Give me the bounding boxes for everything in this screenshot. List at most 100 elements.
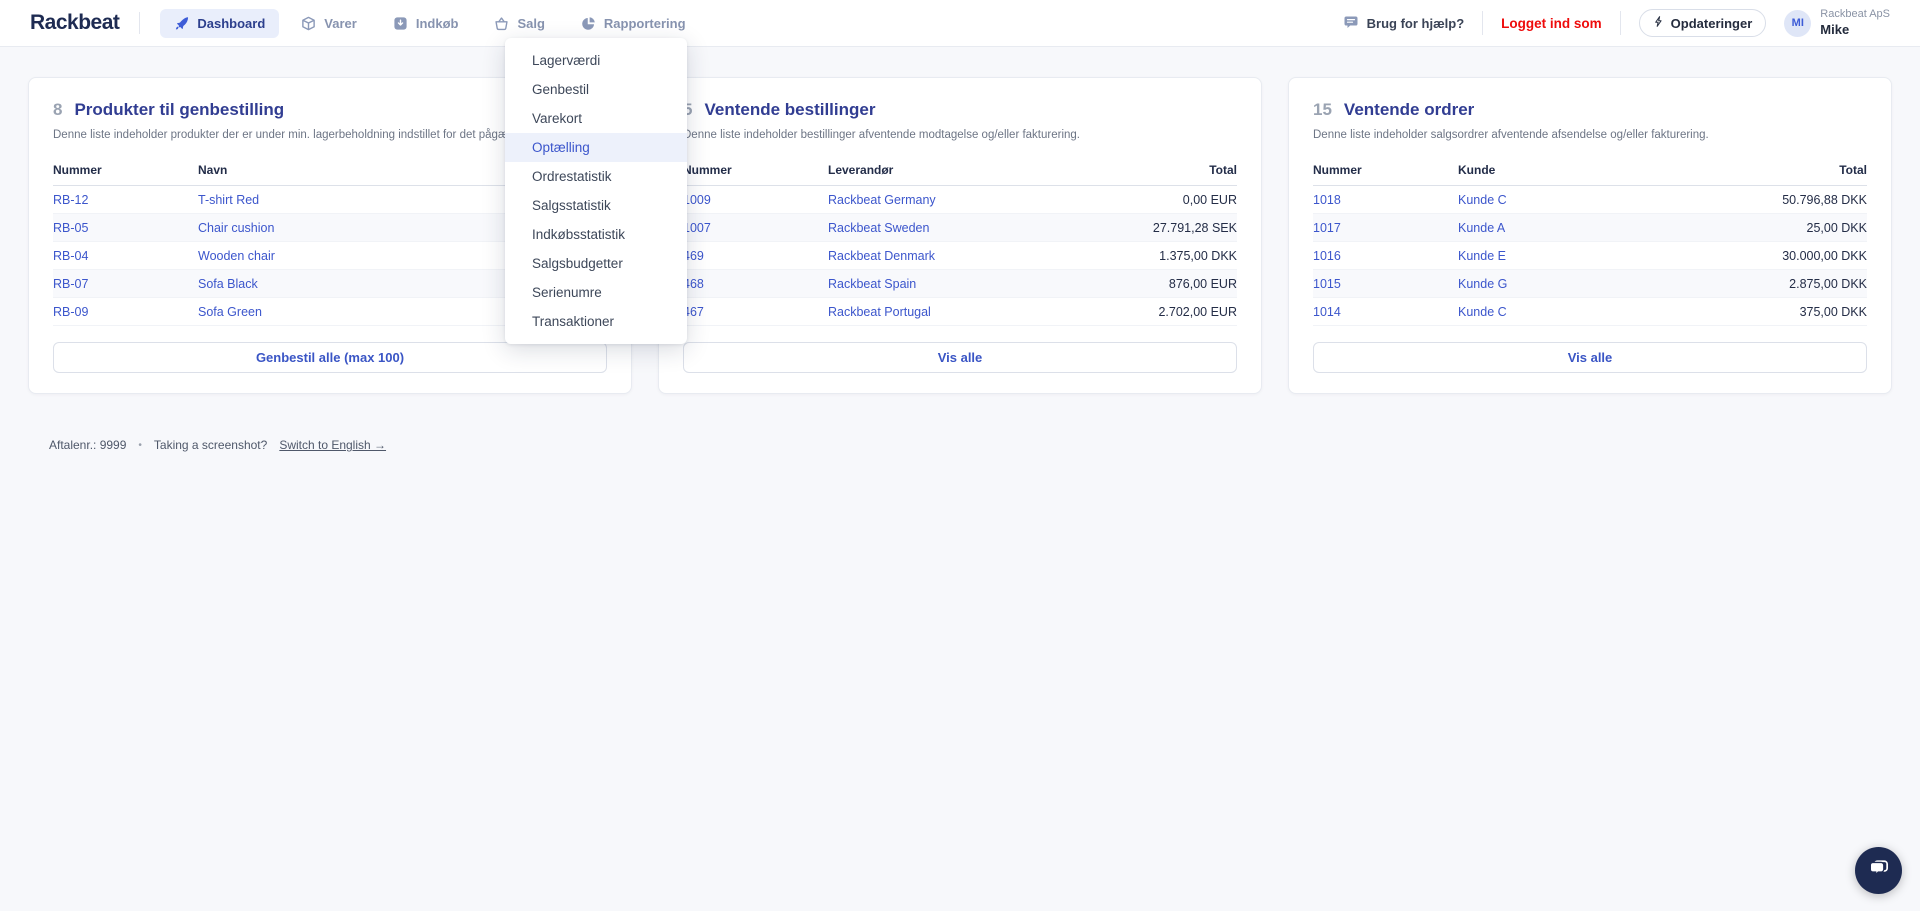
row-total: 25,00 DKK	[1806, 220, 1867, 235]
dropdown-item[interactable]: Transaktioner	[505, 307, 687, 336]
dropdown-item[interactable]: Serienumre	[505, 278, 687, 307]
row-total: 30.000,00 DKK	[1782, 248, 1867, 263]
user-name: Mike	[1820, 21, 1850, 37]
row-link[interactable]: Rackbeat Spain	[828, 277, 1077, 291]
row-total: 27.791,28 SEK	[1152, 220, 1237, 235]
row-link[interactable]: 1009	[683, 193, 828, 207]
cube-icon	[301, 16, 316, 31]
column-header: Total	[1209, 163, 1237, 177]
card-count: 15	[1313, 100, 1332, 119]
dropdown-item[interactable]: Varekort	[505, 104, 687, 133]
nav-item-label: Rapportering	[603, 15, 686, 31]
row-link[interactable]: 1015	[1313, 277, 1458, 291]
row-link[interactable]: Rackbeat Portugal	[828, 305, 1077, 319]
table-header: Nummer Kunde Total	[1313, 156, 1867, 186]
nav-item-dashboard[interactable]: Dashboard	[160, 8, 280, 38]
table-header: Nummer Leverandør Total	[683, 156, 1237, 186]
row-link[interactable]: RB-12	[53, 193, 198, 207]
row-total: 375,00 DKK	[1799, 304, 1867, 319]
dropdown-item[interactable]: Ordrestatistik	[505, 162, 687, 191]
dot-separator: •	[138, 439, 142, 451]
nav-item-salg[interactable]: Salg	[480, 9, 558, 38]
card-pending-purchases: 5 Ventende bestillinger Denne liste inde…	[658, 77, 1262, 394]
card-title-link[interactable]: Ventende bestillinger	[704, 100, 875, 120]
row-link[interactable]: 468	[683, 277, 828, 291]
help-label: Brug for hjælp?	[1366, 15, 1465, 31]
table-body: 1018 Kunde C 50.796,88 DKK 1017 Kunde A 25,00…	[1313, 186, 1867, 326]
column-header: Nummer	[683, 163, 732, 177]
row-link[interactable]: Rackbeat Sweden	[828, 221, 1077, 235]
row-link[interactable]: Rackbeat Germany	[828, 193, 1077, 207]
agreement-number: Aftalenr.: 9999	[49, 438, 127, 452]
nav-item-rapportering[interactable]: Rapportering	[567, 9, 700, 38]
row-total: 1.375,00 DKK	[1159, 248, 1237, 263]
card-description: Denne liste indeholder bestillinger afve…	[683, 129, 1080, 141]
dropdown-item[interactable]: Lagerværdi	[505, 46, 687, 75]
chat-launcher-button[interactable]	[1855, 847, 1902, 894]
dropdown-item[interactable]: Indkøbsstatistik	[505, 220, 687, 249]
card-pending-orders: 15 Ventende ordrer Denne liste indeholde…	[1288, 77, 1892, 394]
table-row: 1007 Rackbeat Sweden 27.791,28 SEK	[683, 214, 1237, 242]
card-description: Denne liste indeholder salgsordrer afven…	[1313, 129, 1709, 141]
row-link[interactable]: 469	[683, 249, 828, 263]
rapportering-dropdown: Lagerværdi Genbestil Varekort Optælling Ordr…	[505, 38, 687, 344]
view-all-button[interactable]: Vis alle	[683, 342, 1237, 373]
row-link[interactable]: RB-07	[53, 277, 198, 291]
row-link[interactable]: Kunde E	[1458, 249, 1707, 263]
column-header: Nummer	[53, 163, 102, 177]
reorder-all-button[interactable]: Genbestil alle (max 100)	[53, 342, 607, 373]
row-total: 0,00 EUR	[1182, 192, 1237, 207]
nav-item-indkob[interactable]: Indkøb	[379, 9, 473, 38]
row-link[interactable]: Rackbeat Denmark	[828, 249, 1077, 263]
nav-item-varer[interactable]: Varer	[287, 9, 371, 38]
card-title-link[interactable]: Produkter til genbestilling	[74, 100, 284, 120]
card-count: 8	[53, 100, 63, 119]
table: Nummer Kunde Total 1018 Kunde C 50.796,88 DK…	[1313, 156, 1867, 330]
row-link[interactable]: RB-09	[53, 305, 198, 319]
table: Nummer Leverandør Total 1009 Rackbeat Germa…	[683, 156, 1237, 330]
card-title-link[interactable]: Ventende ordrer	[1344, 100, 1474, 120]
table-row: 1018 Kunde C 50.796,88 DKK	[1313, 186, 1867, 214]
row-link[interactable]: 1007	[683, 221, 828, 235]
chat-square-icon	[1343, 14, 1359, 33]
row-link[interactable]: 1018	[1313, 193, 1458, 207]
row-link[interactable]: 1014	[1313, 305, 1458, 319]
help-button[interactable]: Brug for hjælp?	[1343, 14, 1465, 33]
dropdown-item[interactable]: Optælling	[505, 133, 687, 162]
nav-item-label: Varer	[324, 15, 357, 31]
page-footer: Aftalenr.: 9999 • Taking a screenshot? S…	[49, 438, 1920, 452]
view-all-button[interactable]: Vis alle	[1313, 342, 1867, 373]
user-menu[interactable]: MI Rackbeat ApS Mike	[1784, 8, 1890, 38]
nav-item-label: Dashboard	[197, 15, 266, 31]
row-link[interactable]: Kunde C	[1458, 193, 1707, 207]
divider	[1619, 11, 1621, 35]
table-row: 468 Rackbeat Spain 876,00 EUR	[683, 270, 1237, 298]
column-header: Nummer	[1313, 163, 1362, 177]
company-name: Rackbeat ApS	[1820, 8, 1890, 20]
table-row: 1009 Rackbeat Germany 0,00 EUR	[683, 186, 1237, 214]
row-link[interactable]: Kunde A	[1458, 221, 1707, 235]
row-link[interactable]: RB-05	[53, 221, 198, 235]
row-link[interactable]: Kunde G	[1458, 277, 1707, 291]
dropdown-item[interactable]: Genbestil	[505, 75, 687, 104]
table-row: 1017 Kunde A 25,00 DKK	[1313, 214, 1867, 242]
updates-button[interactable]: Opdateringer	[1638, 9, 1767, 37]
updates-label: Opdateringer	[1670, 15, 1753, 31]
dropdown-item[interactable]: Salgsbudgetter	[505, 249, 687, 278]
switch-to-english-link[interactable]: Switch to English →	[279, 438, 386, 452]
basket-icon	[494, 16, 509, 31]
logged-in-as-banner[interactable]: Logget ind som	[1501, 16, 1602, 31]
row-link[interactable]: 1016	[1313, 249, 1458, 263]
top-navbar: Rackbeat Dashboard Varer Indkøb Salg Rap…	[0, 0, 1920, 47]
dropdown-item[interactable]: Salgsstatistik	[505, 191, 687, 220]
row-link[interactable]: 467	[683, 305, 828, 319]
column-header: Leverandør	[828, 163, 894, 177]
row-link[interactable]: Kunde C	[1458, 305, 1707, 319]
row-link[interactable]: 1017	[1313, 221, 1458, 235]
table-row: 1014 Kunde C 375,00 DKK	[1313, 298, 1867, 326]
row-link[interactable]: RB-04	[53, 249, 198, 263]
row-total: 2.875,00 DKK	[1789, 276, 1867, 291]
nav-item-label: Indkøb	[415, 15, 459, 31]
rackbeat-logo[interactable]: Rackbeat	[30, 11, 120, 35]
nav-item-label: Salg	[517, 15, 545, 31]
